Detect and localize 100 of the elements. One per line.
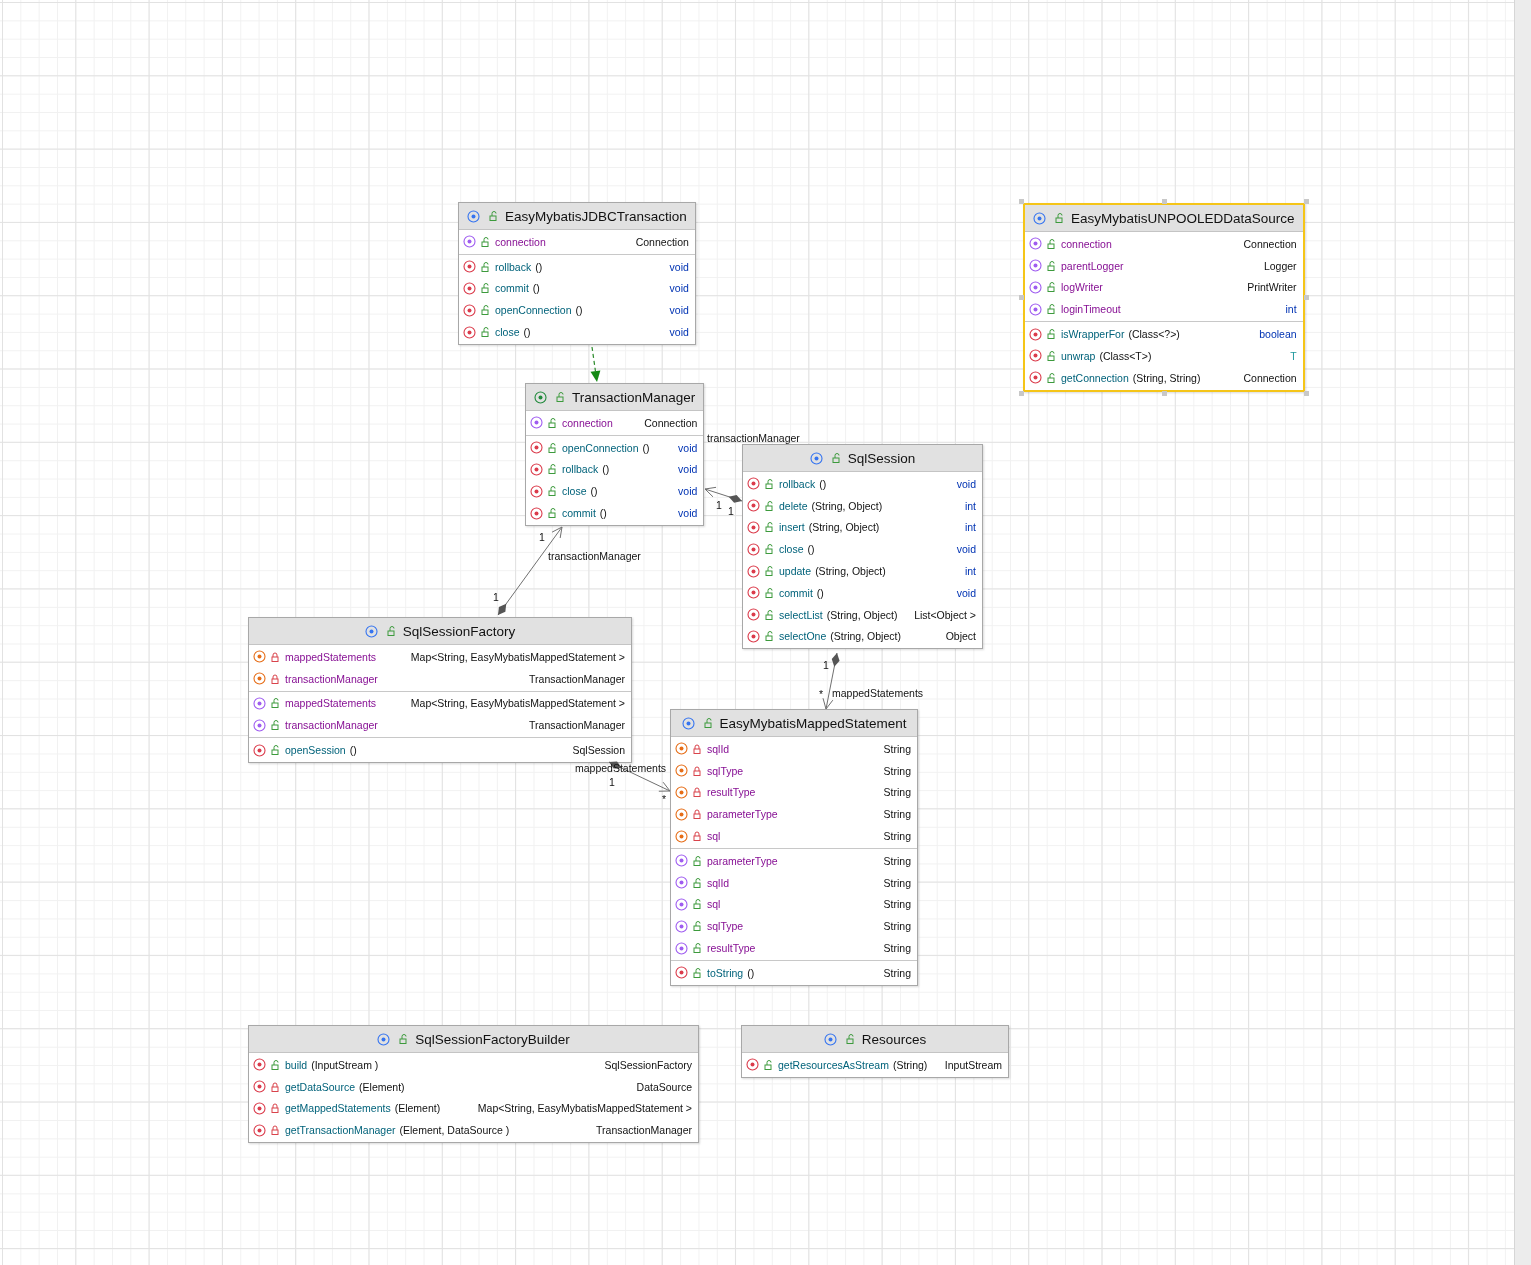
member-row[interactable]: openSession () SqlSession <box>249 739 631 761</box>
selection-handle[interactable] <box>1019 295 1024 301</box>
edge-label: * <box>662 793 667 805</box>
edge-label: 1 <box>823 659 829 671</box>
class-box[interactable] <box>248 1025 699 1144</box>
member-row[interactable]: rollback () void <box>459 255 695 278</box>
member-row[interactable]: mappedStatements Map<String, EasyMybatisMappedStatement > <box>249 692 631 715</box>
method-icon <box>253 1123 266 1137</box>
member-params: () <box>532 282 540 295</box>
class-box[interactable] <box>670 709 918 986</box>
member-type: String <box>883 742 911 755</box>
member-type: String <box>883 966 911 979</box>
method-icon <box>747 542 760 556</box>
member-row[interactable]: sqlId String <box>671 738 917 760</box>
member-row[interactable]: openConnection () void <box>459 299 695 322</box>
selection-handle[interactable] <box>1303 199 1309 204</box>
selection-handle[interactable] <box>1161 390 1167 396</box>
member-row[interactable]: getDataSource (Element) DataSource <box>249 1075 698 1098</box>
member-name: resultType <box>707 942 756 955</box>
member-row[interactable]: close () void <box>743 538 982 561</box>
member-row[interactable]: connection Connection <box>1025 233 1303 255</box>
method-icon <box>675 966 688 980</box>
member-row[interactable]: sqlType String <box>671 759 917 782</box>
member-name: sql <box>707 830 721 843</box>
selection-handle[interactable] <box>1019 199 1024 204</box>
selection-handle[interactable] <box>1303 390 1309 396</box>
member-row[interactable]: update (String, Object) int <box>743 560 982 582</box>
member-row[interactable]: insert (String, Object) int <box>743 516 982 539</box>
member-params: () <box>599 507 607 520</box>
method-icon <box>463 325 476 339</box>
realization-arrow <box>590 346 601 382</box>
member-row[interactable]: openConnection () void <box>526 436 704 459</box>
class-icon <box>364 624 378 638</box>
member-row[interactable]: mappedStatements Map<String, EasyMybatisMappedStatement > <box>249 646 631 668</box>
member-name: rollback <box>562 463 599 476</box>
member-row[interactable]: delete (String, Object) int <box>743 494 982 517</box>
member-row[interactable]: sqlId String <box>671 871 917 894</box>
member-params: (String, Object) <box>811 499 883 512</box>
member-row[interactable]: loginTimeout int <box>1025 298 1303 321</box>
method-icon <box>253 1102 266 1115</box>
member-row[interactable]: toString () String <box>671 961 917 984</box>
member-type: void <box>956 543 976 556</box>
member-name: getDataSource <box>285 1080 356 1093</box>
class-box[interactable]: TransactionManager connection Connection openConnection () void rollback () void close () void commit () void <box>525 383 705 526</box>
member-row[interactable]: rollback () void <box>743 473 982 495</box>
member-params: () <box>575 304 583 317</box>
member-row[interactable]: connection Connection <box>459 231 695 253</box>
member-row[interactable]: selectOne (String, Object) Object <box>743 625 982 648</box>
member-row[interactable]: transactionManager TransactionManager <box>249 714 631 737</box>
member-row[interactable]: sql String <box>671 825 917 847</box>
selection-handle[interactable] <box>1161 199 1167 204</box>
member-row[interactable]: parameterType String <box>671 803 917 826</box>
member-row[interactable]: sqlType String <box>671 915 917 938</box>
member-row[interactable]: commit () void <box>743 582 982 604</box>
member-row[interactable]: selectList (String, Object) List<Object > <box>743 603 982 626</box>
member-row[interactable]: build (InputStream ) SqlSessionFactory <box>249 1054 698 1076</box>
method-icon <box>530 441 543 455</box>
member-name: insert <box>779 521 805 534</box>
member-row[interactable]: connection Connection <box>526 412 704 434</box>
scrollbar[interactable] <box>1514 0 1531 1265</box>
member-row[interactable]: resultType String <box>671 781 917 804</box>
selection-handle[interactable] <box>1019 390 1024 396</box>
member-row[interactable]: getMappedStatements (Element) Map<String, EasyMybatisMappedStatement > <box>249 1097 698 1120</box>
member-name: getConnection <box>1061 371 1129 384</box>
member-row[interactable]: commit () void <box>459 277 695 300</box>
member-name: getMappedStatements <box>285 1102 391 1115</box>
class-name: Resources <box>861 1031 927 1047</box>
member-row[interactable]: sql String <box>671 893 917 916</box>
method-icon <box>253 1080 266 1094</box>
open-lock-icon <box>831 453 841 463</box>
member-type: int <box>964 499 976 512</box>
member-row[interactable]: close () void <box>459 321 695 343</box>
member-row[interactable]: logWriter PrintWriter <box>1025 276 1303 299</box>
selection-handle[interactable] <box>1303 295 1309 301</box>
property-icon <box>675 897 688 911</box>
member-type: TransactionManager <box>596 1124 692 1137</box>
class-box[interactable]: EasyMybatisJDBCTransaction connection Connection rollback () void commit () void openConnection () void close () void <box>458 202 696 345</box>
member-row[interactable]: resultType String <box>671 937 917 959</box>
member-type: Map<String, EasyMybatisMappedStatement > <box>410 697 625 710</box>
property-icon <box>253 697 266 710</box>
member-name: openConnection <box>562 441 639 454</box>
member-row[interactable]: parentLogger Logger <box>1025 254 1303 277</box>
member-row[interactable]: transactionManager TransactionManager <box>249 667 631 690</box>
class-box[interactable]: Resources getResourcesAsStream (String) InputStream <box>741 1025 1009 1078</box>
edge-label: transactionManager <box>707 432 800 444</box>
member-row[interactable]: getConnection (String, String) Connection <box>1025 366 1303 389</box>
member-row[interactable]: commit () void <box>526 502 704 524</box>
method-icon <box>253 743 266 757</box>
member-type: String <box>883 764 911 777</box>
class-box[interactable] <box>742 444 983 650</box>
member-row[interactable]: isWrapperFor (Class<?>) boolean <box>1025 323 1303 345</box>
class-box[interactable] <box>248 617 632 763</box>
member-row[interactable]: getResourcesAsStream (String) InputStream <box>742 1054 1008 1076</box>
member-row[interactable]: rollback () void <box>526 458 704 481</box>
member-name: close <box>495 326 520 339</box>
member-params: (Element) <box>394 1102 441 1115</box>
member-row[interactable]: getTransactionManager (Element, DataSource ) TransactionManager <box>249 1119 698 1142</box>
member-row[interactable]: close () void <box>526 480 704 503</box>
member-row[interactable]: parameterType String <box>671 850 917 872</box>
member-row[interactable]: unwrap (Class<T>) T <box>1025 345 1303 367</box>
